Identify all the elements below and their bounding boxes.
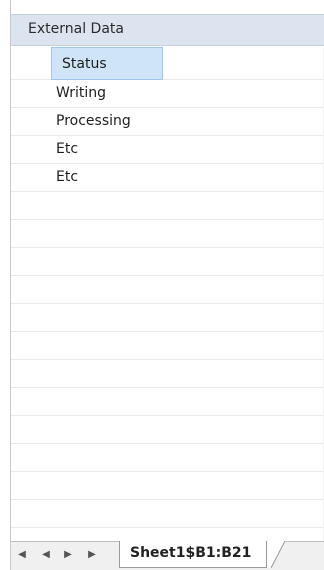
header-row: Status xyxy=(11,47,324,80)
empty-row[interactable] xyxy=(11,472,324,500)
empty-row[interactable] xyxy=(11,220,324,248)
table-row[interactable]: Etc xyxy=(11,164,324,192)
tab-edge-shape xyxy=(267,541,285,568)
column-header-label: Status xyxy=(62,56,107,72)
empty-row[interactable] xyxy=(11,360,324,388)
cell-value: Writing xyxy=(56,85,106,101)
next-sheet-icon[interactable]: ▶ xyxy=(61,547,75,563)
cell-value: Etc xyxy=(56,169,79,185)
empty-row[interactable] xyxy=(11,332,324,360)
empty-row[interactable] xyxy=(11,388,324,416)
empty-row[interactable] xyxy=(11,500,324,528)
first-sheet-icon[interactable]: ◀​ xyxy=(15,547,29,563)
table-row[interactable]: Writing xyxy=(11,80,324,108)
empty-row[interactable] xyxy=(11,444,324,472)
sheet-grid[interactable]: Status Writing Processing Etc Etc xyxy=(11,47,324,541)
window-title: External Data xyxy=(28,21,124,37)
cell-value: Etc xyxy=(56,141,79,157)
sheet-tab-label: Sheet1$B1:B21 xyxy=(130,545,252,561)
empty-row[interactable] xyxy=(11,276,324,304)
prev-sheet-icon[interactable]: ◀ xyxy=(39,547,53,563)
sheet-tab-active[interactable]: Sheet1$B1:B21 xyxy=(119,541,267,568)
empty-row[interactable] xyxy=(11,248,324,276)
sheet-tab-bar: ◀​ ◀ ▶ ▶​ Sheet1$B1:B21 xyxy=(11,541,324,570)
external-data-window: External Data Status Writing Processing … xyxy=(10,0,324,570)
empty-row[interactable] xyxy=(11,192,324,220)
table-row[interactable]: Processing xyxy=(11,108,324,136)
column-header-status[interactable]: Status xyxy=(51,47,163,80)
empty-row[interactable] xyxy=(11,416,324,444)
title-bar: External Data xyxy=(11,14,324,46)
table-row[interactable]: Etc xyxy=(11,136,324,164)
empty-row[interactable] xyxy=(11,304,324,332)
last-sheet-icon[interactable]: ▶​ xyxy=(85,547,99,563)
cell-value: Processing xyxy=(56,113,131,129)
